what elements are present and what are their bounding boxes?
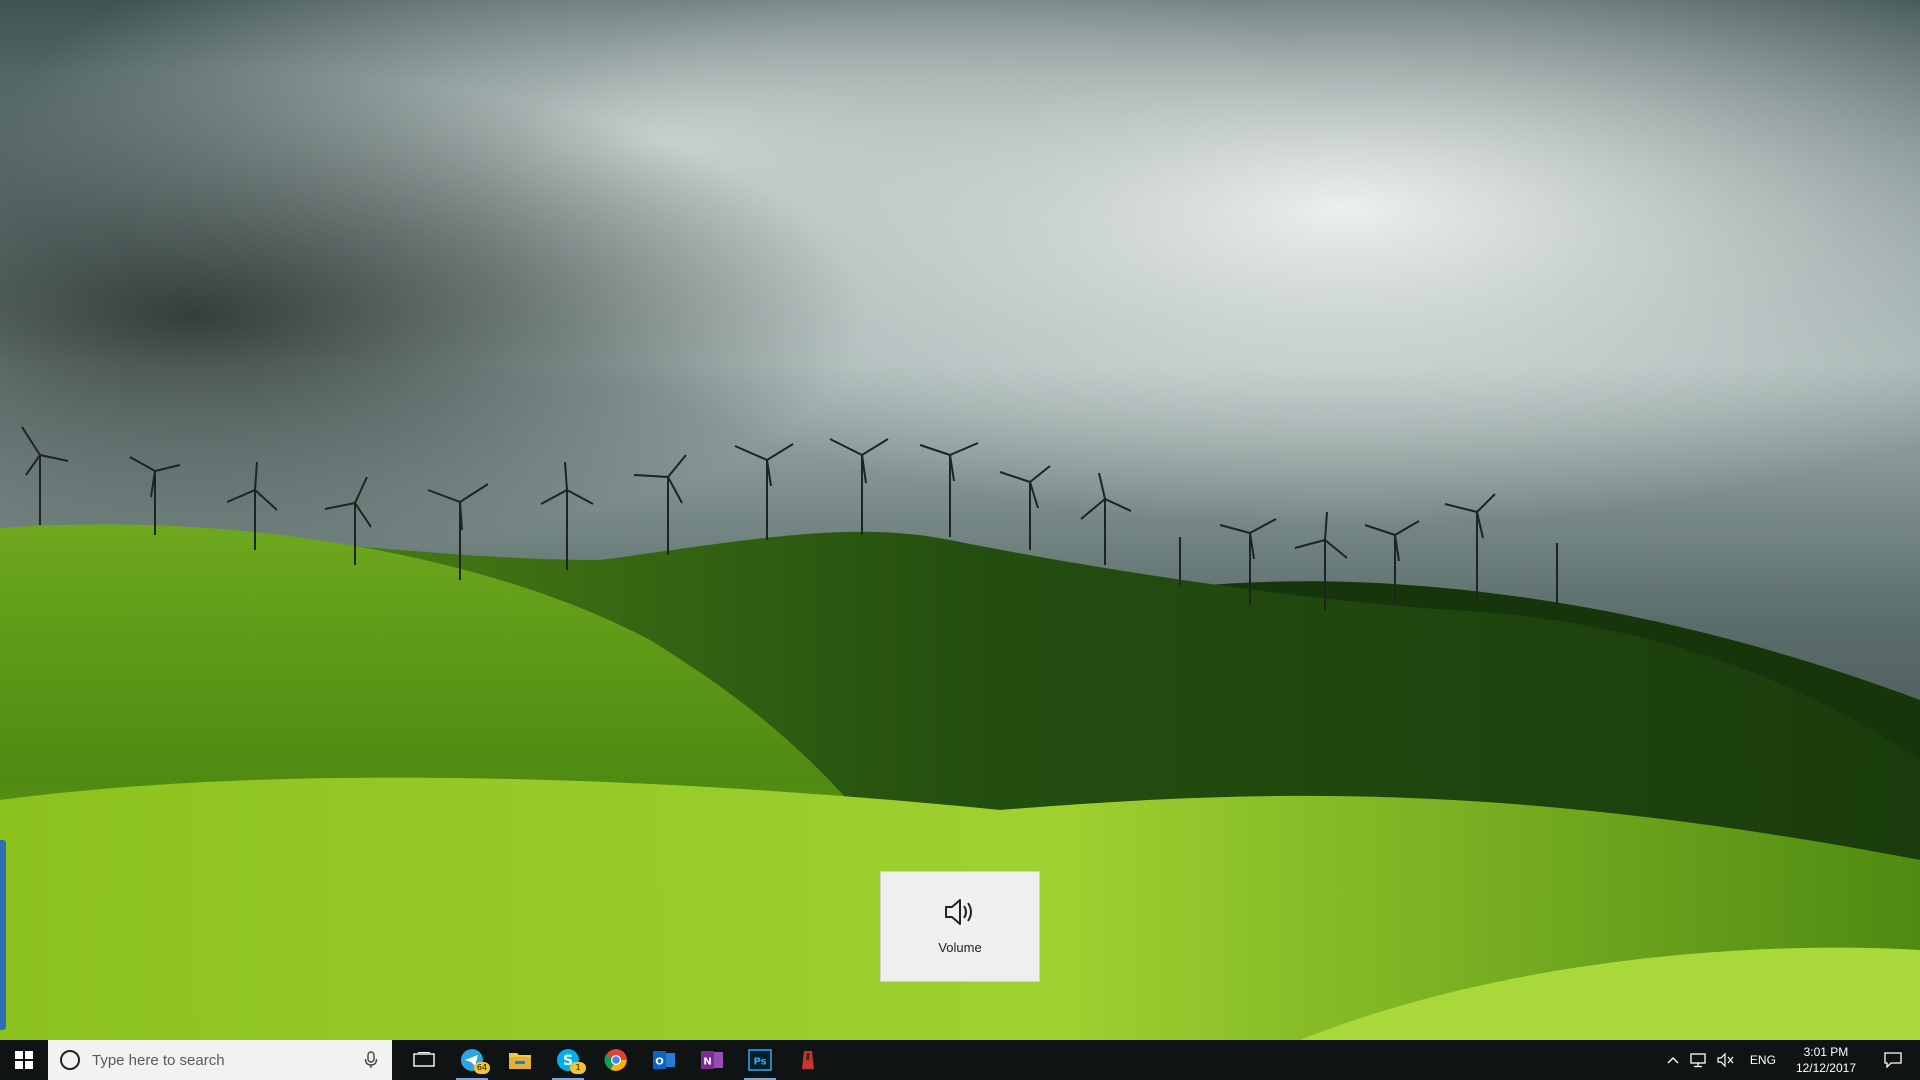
- taskbar-file-explorer[interactable]: [496, 1040, 544, 1080]
- search-box[interactable]: Type here to search: [48, 1040, 392, 1080]
- task-view-icon: [413, 1052, 435, 1067]
- network-icon: [1690, 1053, 1706, 1068]
- red-app-icon: [802, 1051, 814, 1069]
- chrome-icon: [604, 1049, 627, 1071]
- taskbar-outlook[interactable]: O: [640, 1040, 688, 1080]
- taskbar-photoshop[interactable]: Ps: [736, 1040, 784, 1080]
- taskbar: Type here to search 64 S 1 O N Ps ENG 3:…: [0, 1040, 1920, 1080]
- windows-icon: [15, 1051, 33, 1069]
- taskbar-chrome[interactable]: [592, 1040, 640, 1080]
- start-button[interactable]: [0, 1040, 48, 1080]
- cortana-icon: [60, 1050, 80, 1070]
- speaker-icon: [945, 899, 972, 925]
- telegram-badge: 64: [474, 1062, 490, 1074]
- taskbar-telegram[interactable]: 64: [448, 1040, 496, 1080]
- svg-text:N: N: [703, 1057, 711, 1068]
- clock[interactable]: 3:01 PM 12/12/2017: [1786, 1044, 1866, 1076]
- taskbar-red-app[interactable]: [784, 1040, 832, 1080]
- notification-icon: [1884, 1052, 1902, 1068]
- volume-button[interactable]: [1712, 1040, 1740, 1080]
- volume-label: Volume: [938, 940, 982, 955]
- folder-icon: [509, 1053, 531, 1069]
- task-view-button[interactable]: [400, 1040, 448, 1080]
- chevron-up-icon: [1667, 1057, 1679, 1064]
- microphone-icon[interactable]: [362, 1051, 380, 1069]
- system-tray: ENG 3:01 PM 12/12/2017: [1662, 1040, 1920, 1080]
- volume-osd[interactable]: Volume: [880, 871, 1040, 982]
- svg-text:Ps: Ps: [753, 1057, 766, 1068]
- action-center-button[interactable]: [1866, 1040, 1920, 1080]
- taskbar-onenote[interactable]: N: [688, 1040, 736, 1080]
- svg-text:O: O: [655, 1057, 664, 1068]
- photoshop-icon: Ps: [748, 1049, 772, 1071]
- clock-date: 12/12/2017: [1795, 1061, 1856, 1075]
- speaker-muted-icon: [1717, 1052, 1734, 1068]
- edge-handle[interactable]: [0, 840, 6, 1030]
- onenote-icon: N: [701, 1051, 723, 1069]
- clock-time: 3:01 PM: [1803, 1045, 1849, 1059]
- show-hidden-icons-button[interactable]: [1662, 1040, 1684, 1080]
- input-language[interactable]: ENG: [1740, 1053, 1786, 1067]
- outlook-icon: O: [653, 1051, 675, 1069]
- skype-badge: 1: [570, 1062, 586, 1074]
- network-button[interactable]: [1684, 1040, 1712, 1080]
- taskbar-skype[interactable]: S 1: [544, 1040, 592, 1080]
- search-placeholder: Type here to search: [92, 1051, 225, 1069]
